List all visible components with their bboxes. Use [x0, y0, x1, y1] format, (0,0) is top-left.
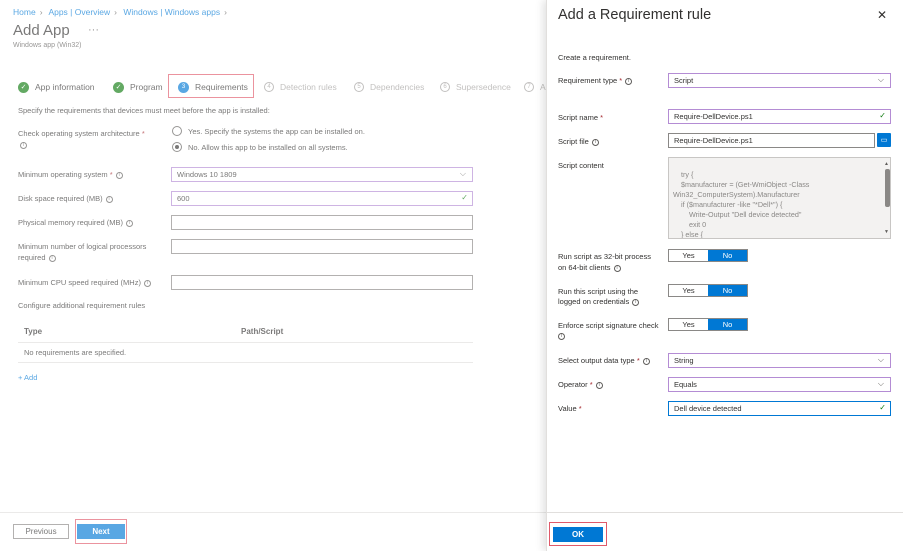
ok-button[interactable]: OK [553, 527, 603, 542]
info-icon[interactable]: i [558, 331, 565, 341]
scroll-up-icon[interactable]: ▲ [884, 159, 889, 169]
operator-label: Operator * i [558, 380, 603, 390]
toggle-no[interactable]: No [708, 250, 747, 261]
script-content-text: try { $manufacturer = (Get-WmiObject -Cl… [673, 170, 810, 239]
checkmark-icon: ✓ [879, 403, 886, 412]
run32-label-2: on 64-bit clients i [558, 263, 621, 273]
add-app-page: Home › Apps | Overview › Windows | Windows… [0, 0, 546, 551]
scroll-down-icon[interactable]: ▼ [884, 227, 889, 237]
enforce-signature-label: Enforce script signature check [558, 321, 659, 330]
info-icon[interactable]: i [595, 381, 603, 389]
toggle-no[interactable]: No [708, 319, 747, 330]
script-content-box[interactable]: try { $manufacturer = (Get-WmiObject -Cl… [668, 157, 891, 239]
toggle-yes[interactable]: Yes [669, 319, 708, 330]
chevron-down-icon: ⌵ [877, 355, 884, 364]
toggle-no[interactable]: No [708, 285, 747, 296]
info-icon[interactable]: i [632, 298, 640, 306]
script-content-label: Script content [558, 161, 604, 170]
panel-title: Add a Requirement rule [558, 7, 712, 23]
panel-overlay [0, 0, 546, 551]
value-label: Value * [558, 404, 582, 413]
logged-on-label-2: logged on credentials i [558, 297, 640, 307]
toggle-yes[interactable]: Yes [669, 285, 708, 296]
required-asterisk: * [619, 76, 623, 85]
logged-on-label: Run this script using the [558, 287, 639, 296]
checkmark-icon: ✓ [879, 111, 886, 120]
script-file-label: Script file i [558, 137, 599, 147]
run32-label: Run script as 32-bit process [558, 252, 651, 261]
required-asterisk: * [589, 380, 593, 389]
folder-browse-icon[interactable]: ▭ [877, 133, 891, 147]
required-asterisk: * [636, 356, 640, 365]
panel-intro: Create a requirement. [558, 53, 631, 62]
logged-on-toggle[interactable]: Yes No [668, 284, 748, 297]
scrollbar[interactable]: ▲ ▼ [884, 159, 890, 237]
requirement-rule-panel: Add a Requirement rule ✕ Create a requir… [546, 0, 903, 551]
chevron-down-icon: ⌵ [877, 75, 884, 84]
script-name-input[interactable]: Require-DellDevice.ps1 ✓ [668, 109, 891, 124]
info-icon[interactable]: i [613, 264, 621, 272]
script-file-input[interactable]: Require-DellDevice.ps1 [668, 133, 875, 148]
info-icon[interactable]: i [591, 138, 599, 146]
info-icon[interactable]: i [625, 77, 633, 85]
scrollbar-thumb[interactable] [885, 169, 890, 207]
run32-toggle[interactable]: Yes No [668, 249, 748, 262]
chevron-down-icon: ⌵ [877, 379, 884, 388]
output-type-dropdown[interactable]: String ⌵ [668, 353, 891, 368]
script-name-label: Script name * [558, 113, 604, 122]
req-type-label: Requirement type * i [558, 76, 633, 86]
required-asterisk: * [578, 404, 582, 413]
info-icon[interactable]: i [642, 357, 650, 365]
close-icon[interactable]: ✕ [877, 8, 887, 22]
enforce-signature-toggle[interactable]: Yes No [668, 318, 748, 331]
value-input[interactable]: Dell device detected ✓ [668, 401, 891, 416]
panel-footer-divider [547, 512, 903, 513]
required-asterisk: * [600, 113, 604, 122]
toggle-yes[interactable]: Yes [669, 250, 708, 261]
operator-dropdown[interactable]: Equals ⌵ [668, 377, 891, 392]
output-type-label: Select output data type * i [558, 356, 650, 366]
req-type-dropdown[interactable]: Script ⌵ [668, 73, 891, 88]
